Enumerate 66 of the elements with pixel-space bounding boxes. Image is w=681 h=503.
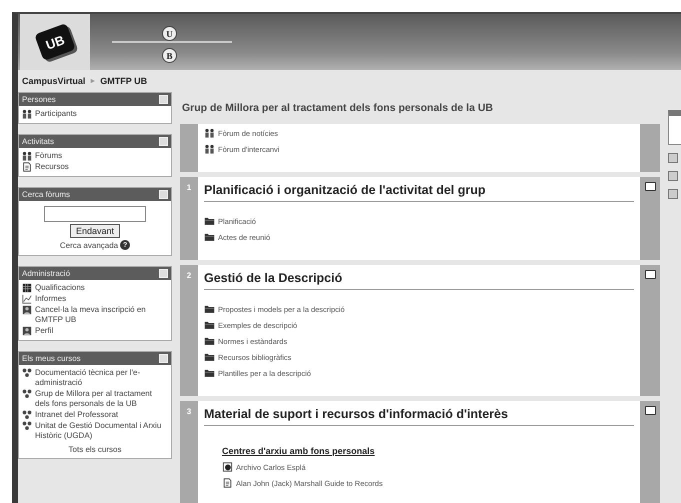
globe-icon bbox=[222, 462, 233, 472]
block-link[interactable]: Cancel·la la meva inscripció en GMTFP UB bbox=[35, 305, 168, 325]
folder-icon bbox=[204, 352, 215, 362]
document-icon bbox=[22, 162, 32, 172]
section-title: Planificació i organització de l'activitat del grup bbox=[204, 181, 634, 202]
course-icon bbox=[22, 368, 32, 378]
section-side-bar bbox=[640, 124, 660, 172]
section-title: Material de suport i recursos d'informació d'interès bbox=[204, 405, 634, 426]
block-link[interactable]: Unitat de Gestió Documental i Arxiu Històric (UGDA) bbox=[35, 421, 168, 441]
block-link[interactable]: Participants bbox=[35, 109, 77, 119]
collapse-icon[interactable] bbox=[159, 95, 168, 104]
block-link[interactable]: Fòrums bbox=[35, 151, 62, 161]
section-number: 2 bbox=[186, 271, 192, 280]
course-icon bbox=[22, 389, 32, 399]
site-logo[interactable]: UB bbox=[34, 23, 76, 61]
advanced-search-link[interactable]: Cerca avançada bbox=[60, 240, 118, 250]
highlight-icon[interactable] bbox=[644, 406, 656, 415]
go-button[interactable]: Endavant bbox=[70, 224, 120, 238]
block-title: Persones bbox=[22, 95, 56, 104]
folder-icon bbox=[204, 232, 215, 242]
collapse-icon[interactable] bbox=[159, 137, 168, 146]
block-title: Cerca fòrums bbox=[22, 190, 70, 199]
block-title: Els meus cursos bbox=[22, 354, 81, 363]
section-side-bar bbox=[180, 124, 198, 172]
people-icon bbox=[204, 144, 215, 154]
block-title: Activitats bbox=[22, 137, 54, 146]
block-link[interactable]: Grup de Millora per al tractament dels fons personals de la UB bbox=[35, 389, 168, 409]
person-icon bbox=[22, 305, 32, 315]
section-number: 1 bbox=[186, 183, 192, 192]
block-link[interactable]: Informes bbox=[35, 294, 66, 304]
section-heading-link[interactable]: Centres d'arxiu amb fons personals bbox=[204, 446, 634, 456]
folder-icon bbox=[204, 304, 215, 314]
person-icon bbox=[22, 326, 32, 336]
block-link[interactable]: Documentació tècnica per l'e-administració bbox=[35, 368, 168, 388]
document-icon bbox=[222, 478, 233, 488]
collapse-icon[interactable] bbox=[159, 354, 168, 363]
block-link[interactable]: Qualificacions bbox=[35, 283, 85, 293]
highlight-icon[interactable] bbox=[644, 270, 656, 279]
search-field[interactable] bbox=[44, 206, 146, 222]
people-icon bbox=[22, 109, 32, 119]
folder-icon bbox=[204, 216, 215, 226]
course-icon bbox=[22, 410, 32, 420]
folder-icon bbox=[204, 368, 215, 378]
chart-icon bbox=[22, 294, 32, 304]
course-icon bbox=[22, 421, 32, 431]
block-link[interactable]: Recursos bbox=[35, 162, 69, 172]
letter-badge: B bbox=[162, 48, 177, 63]
folder-icon bbox=[204, 336, 215, 346]
section-title: Gestió de la Descripció bbox=[204, 269, 634, 290]
section-number: 3 bbox=[186, 407, 192, 416]
grid-icon bbox=[22, 283, 32, 293]
collapse-icon[interactable] bbox=[159, 269, 168, 278]
all-courses-link[interactable]: Tots els cursos bbox=[22, 442, 168, 454]
block-link[interactable]: Intranet del Professorat bbox=[35, 410, 118, 420]
highlight-icon[interactable] bbox=[644, 182, 656, 191]
breadcrumb-link[interactable]: GMTFP UB bbox=[100, 76, 148, 86]
block-link[interactable]: Perfil bbox=[35, 326, 54, 336]
people-icon bbox=[22, 151, 32, 161]
course-title: Grup de Millora per al tractament dels fons personals de la UB bbox=[181, 101, 494, 116]
folder-icon bbox=[204, 320, 215, 330]
side-block bbox=[668, 110, 681, 145]
people-icon bbox=[204, 128, 215, 138]
collapse-icon[interactable] bbox=[159, 190, 168, 199]
breadcrumb-link[interactable]: CampusVirtual bbox=[22, 76, 86, 86]
letter-badge: U bbox=[162, 26, 177, 41]
block-title: Administració bbox=[22, 269, 70, 278]
